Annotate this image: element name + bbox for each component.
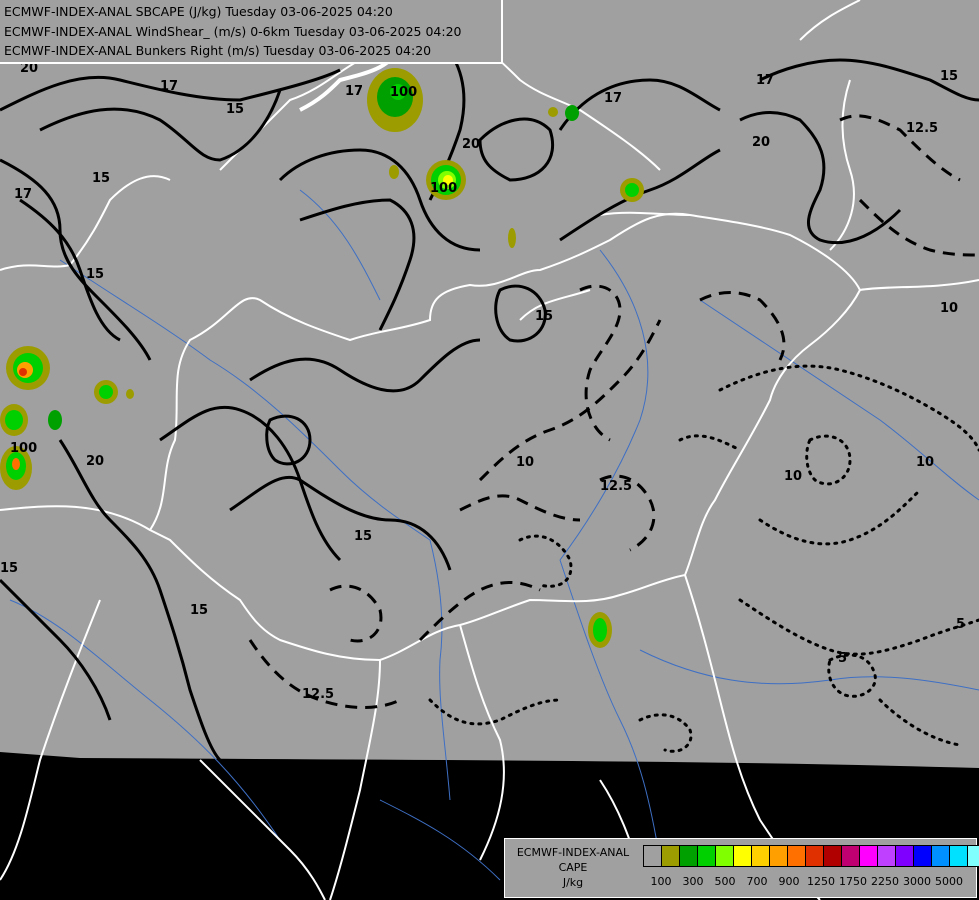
legend-swatch [733,845,752,867]
contour-label: 17 [14,187,32,202]
legend-tick: 900 [778,875,800,888]
contour-label: 15 [92,171,110,186]
contour-label: 17 [756,73,774,88]
contour-label: 12.5 [600,479,632,494]
contour-label: 15 [354,529,372,544]
contour-label: 17 [604,91,622,106]
legend-swatch [769,845,788,867]
contour-label: 15 [226,102,244,117]
contour-label: 10 [784,469,802,484]
legend-tick: 500 [714,875,736,888]
contour-label: 12.5 [906,121,938,136]
contour-label: 20 [752,135,770,150]
legend-swatch [895,845,914,867]
legend-swatch [913,845,932,867]
legend-swatch [787,845,806,867]
weather-map: 20 17 15 17 15 17 20 17 12.5 15 17 15 15… [0,0,979,900]
legend-swatch [715,845,734,867]
contour-label: 10 [940,301,958,316]
contour-label: 20 [86,454,104,469]
contour-label: 15 [940,69,958,84]
header-line-sbcape: ECMWF-INDEX-ANAL SBCAPE (J/kg) Tuesday 0… [4,4,393,19]
legend-swatch [841,845,860,867]
legend-swatch [967,845,979,867]
legend-source: ECMWF-INDEX-ANAL [516,846,630,859]
legend-swatch [643,845,662,867]
legend-tick: 300 [682,875,704,888]
map-canvas: 20 17 15 17 15 17 20 17 12.5 15 17 15 15… [0,0,979,900]
legend-tick: 1750 [839,875,867,888]
legend-swatch [661,845,680,867]
contour-label: 5 [956,617,965,632]
contour-label: 5 [838,651,847,666]
legend-swatch [877,845,896,867]
contour-label: 10 [916,455,934,470]
contour-label: 15 [86,267,104,282]
header-line-bunkers: ECMWF-INDEX-ANAL Bunkers Right (m/s) Tue… [4,43,432,58]
contour-label: 15 [0,561,18,576]
contour-label: 10 [516,455,534,470]
legend-swatch [823,845,842,867]
contour-label: 100 [430,181,457,196]
legend-field: CAPE [558,861,588,874]
legend-title: ECMWF-INDEX-ANAL CAPE J/kg [509,845,637,890]
legend-swatch [805,845,824,867]
contour-label: 100 [390,85,417,100]
legend-unit: J/kg [562,876,584,889]
legend-swatch [679,845,698,867]
legend-tick: 1250 [807,875,835,888]
header-line-windshear: ECMWF-INDEX-ANAL WindShear_ (m/s) 0-6km … [4,24,462,39]
legend-tick: 100 [650,875,672,888]
legend-color-scale [643,845,979,867]
cape-legend: ECMWF-INDEX-ANAL CAPE J/kg 100 300 500 700 9… [504,838,979,898]
legend-swatch [751,845,770,867]
legend-tick-labels: 100 300 500 700 900 1250 1750 2250 3000 5000 [643,875,973,889]
legend-tick: 5000 [935,875,963,888]
contour-label: 15 [190,603,208,618]
legend-tick: 2250 [871,875,899,888]
contour-label: 17 [345,84,363,99]
contour-label: 15 [535,309,553,324]
contour-label: 100 [10,441,37,456]
legend-tick: 3000 [903,875,931,888]
legend-swatch [859,845,878,867]
legend-swatch [697,845,716,867]
contour-label: 12.5 [302,687,334,702]
legend-tick: 700 [746,875,768,888]
contour-label: 20 [462,137,480,152]
legend-swatch [931,845,950,867]
legend-swatch [949,845,968,867]
contour-label: 17 [160,79,178,94]
map-header: ECMWF-INDEX-ANAL SBCAPE (J/kg) Tuesday 0… [0,0,503,64]
